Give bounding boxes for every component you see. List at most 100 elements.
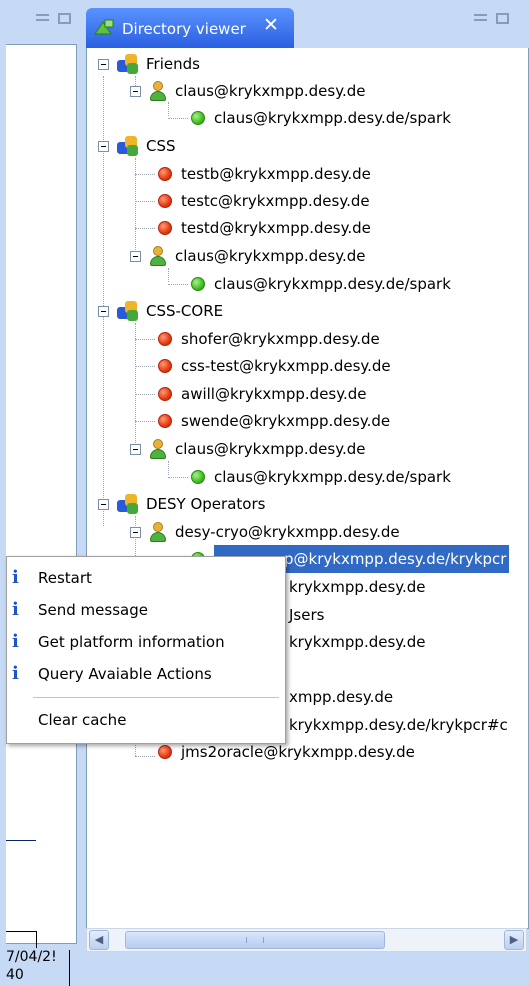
menu-item-query-actions[interactable]: i Query Avaiable Actions xyxy=(7,659,285,689)
left-view: 7/04/2! 40 xyxy=(0,0,82,986)
tree-resource-item[interactable]: claus@krykxmpp.desy.de/spark xyxy=(191,463,451,491)
tree-connector xyxy=(135,174,155,175)
maximize-icon[interactable] xyxy=(496,13,509,24)
tree-user-item[interactable]: testb@krykxmpp.desy.de xyxy=(158,160,371,188)
minimize-icon[interactable] xyxy=(474,14,487,21)
tree-user-item[interactable]: claus@krykxmpp.desy.de xyxy=(130,435,365,463)
tree-item[interactable]: krykxmpp.desy.de/krykpcr#c xyxy=(289,711,508,739)
tree-connector xyxy=(168,477,188,478)
user-icon xyxy=(149,439,167,459)
tree-group-desy-operators[interactable]: DESY Operators xyxy=(98,490,265,518)
tree-user-item[interactable]: shofer@krykxmpp.desy.de xyxy=(158,325,380,353)
tab-directory-viewer[interactable]: Directory viewer ✕ xyxy=(86,8,294,48)
tab-title: Directory viewer xyxy=(122,20,246,38)
tree-connector xyxy=(135,366,155,367)
tree-user-item[interactable]: swende@krykxmpp.desy.de xyxy=(158,407,390,435)
tree-item-label: claus@krykxmpp.desy.de/spark xyxy=(214,275,451,293)
status-offline-icon xyxy=(158,167,172,181)
tree-user-item[interactable]: desy-cryo@krykxmpp.desy.de xyxy=(130,518,400,546)
tree-item-label: css-test@krykxmpp.desy.de xyxy=(181,357,391,375)
info-icon: i xyxy=(12,631,19,652)
scroll-right-button[interactable]: ▶ xyxy=(504,930,524,950)
menu-item-label: Get platform information xyxy=(38,633,225,651)
menu-item-restart[interactable]: i Restart xyxy=(7,563,285,593)
tree-item[interactable]: Jsers xyxy=(289,601,324,629)
collapse-icon[interactable] xyxy=(98,305,109,317)
tree-item-label: claus@krykxmpp.desy.de xyxy=(175,440,366,458)
tree-connector xyxy=(168,268,169,282)
menu-item-label: Restart xyxy=(38,569,92,587)
status-online-icon xyxy=(191,111,205,125)
tree-item-label: claus@krykxmpp.desy.de xyxy=(175,82,366,100)
close-icon[interactable]: ✕ xyxy=(263,14,279,36)
menu-item-label: Send message xyxy=(38,601,148,619)
collapse-icon[interactable] xyxy=(130,85,141,97)
status-offline-icon xyxy=(158,414,172,428)
minimize-icon[interactable] xyxy=(36,14,49,21)
tree-resource-item[interactable]: claus@krykxmpp.desy.de/spark xyxy=(191,104,451,132)
menu-item-label: Query Avaiable Actions xyxy=(38,665,212,683)
tree-item-label: claus@krykxmpp.desy.de/spark xyxy=(214,468,451,486)
maximize-icon[interactable] xyxy=(58,13,71,24)
tree-connector xyxy=(135,201,155,202)
tree-user-item[interactable]: claus@krykxmpp.desy.de xyxy=(130,77,365,105)
tree-resource-item[interactable]: claus@krykxmpp.desy.de/spark xyxy=(191,270,451,298)
status-offline-icon xyxy=(158,194,172,208)
tree-item-label: xmpp.desy.de xyxy=(289,688,394,706)
menu-item-clear-cache[interactable]: Clear cache xyxy=(7,705,285,735)
bracket-line xyxy=(6,931,37,948)
menu-separator xyxy=(33,697,279,698)
divider-line xyxy=(69,950,70,986)
user-icon xyxy=(149,522,167,542)
tree-user-item[interactable]: css-test@krykxmpp.desy.de xyxy=(158,352,391,380)
tree-user-item[interactable]: testd@krykxmpp.desy.de xyxy=(158,214,371,242)
tree-item-label: swende@krykxmpp.desy.de xyxy=(181,412,391,430)
tree-connector xyxy=(135,228,155,229)
status-offline-icon xyxy=(158,221,172,235)
user-icon xyxy=(149,246,167,266)
collapse-icon[interactable] xyxy=(98,140,109,152)
tree-group-css[interactable]: CSS xyxy=(98,132,176,160)
group-icon xyxy=(117,54,139,74)
tree-item-label: shofer@krykxmpp.desy.de xyxy=(181,330,380,348)
tree-item-label: CSS xyxy=(146,137,176,155)
tree-group-css-core[interactable]: CSS-CORE xyxy=(98,297,223,325)
collapse-icon[interactable] xyxy=(98,58,109,70)
tree-connector xyxy=(135,394,155,395)
collapse-icon[interactable] xyxy=(130,526,141,538)
left-view-content: 7/04/2! 40 xyxy=(6,44,77,986)
tree-connector xyxy=(168,284,188,285)
tree-item-label: krykxmpp.desy.de/krykpcr#c xyxy=(289,716,508,734)
scroll-thumb[interactable] xyxy=(125,931,385,949)
horizontal-scrollbar[interactable]: ◀ ▶ xyxy=(86,928,527,952)
tree-item-label: testc@krykxmpp.desy.de xyxy=(181,192,370,210)
tree-item[interactable]: krykxmpp.desy.de xyxy=(289,573,426,601)
collapse-icon[interactable] xyxy=(130,250,141,262)
tree-item-label: desy-cryo@krykxmpp.desy.de xyxy=(175,523,400,541)
tree-item[interactable]: krykxmpp.desy.de xyxy=(289,628,426,656)
status-offline-icon xyxy=(158,745,172,759)
tree-user-item[interactable]: claus@krykxmpp.desy.de xyxy=(130,242,365,270)
left-text-fragment: 7/04/2! xyxy=(6,949,57,965)
menu-item-get-platform-information[interactable]: i Get platform information xyxy=(7,627,285,657)
tree-item-label: Jsers xyxy=(289,606,325,624)
status-offline-icon xyxy=(158,359,172,373)
tree-connector xyxy=(135,421,155,422)
collapse-icon[interactable] xyxy=(130,443,141,455)
tree-item-label: claus@krykxmpp.desy.de xyxy=(175,247,366,265)
menu-item-label: Clear cache xyxy=(38,711,127,729)
directory-viewer: Directory viewer ✕ Friends claus@krykxmp… xyxy=(82,0,529,952)
scroll-left-button[interactable]: ◀ xyxy=(89,930,109,950)
tree-item-label: krykxmpp.desy.de xyxy=(289,633,426,651)
tree-item-label: awill@krykxmpp.desy.de xyxy=(181,385,367,403)
divider-line xyxy=(6,840,36,841)
tree-user-item[interactable]: testc@krykxmpp.desy.de xyxy=(158,187,370,215)
tree-item-label: CSS-CORE xyxy=(146,302,224,320)
tree-group-friends[interactable]: Friends xyxy=(98,50,200,78)
status-offline-icon xyxy=(158,332,172,346)
tree-user-item[interactable]: awill@krykxmpp.desy.de xyxy=(158,380,367,408)
tree-item[interactable]: xmpp.desy.de xyxy=(289,683,393,711)
menu-item-send-message[interactable]: i Send message xyxy=(7,595,285,625)
user-icon xyxy=(149,81,167,101)
collapse-icon[interactable] xyxy=(98,498,109,510)
